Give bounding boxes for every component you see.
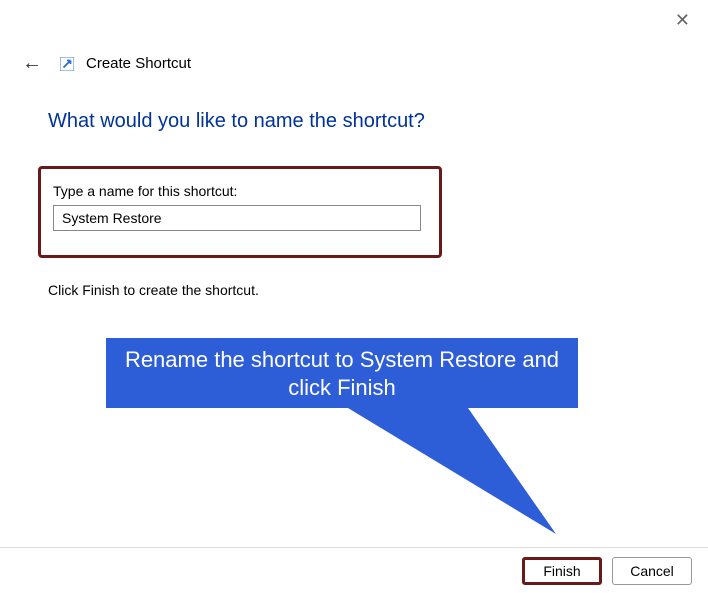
instruction-text: Click Finish to create the shortcut.: [48, 282, 259, 298]
finish-button[interactable]: Finish: [522, 557, 602, 585]
wizard-title: Create Shortcut: [86, 55, 191, 72]
shortcut-name-input[interactable]: [53, 205, 421, 231]
shortcut-icon: [60, 57, 74, 71]
shortcut-name-label: Type a name for this shortcut:: [53, 183, 427, 199]
cancel-button[interactable]: Cancel: [612, 557, 692, 585]
name-field-highlight: Type a name for this shortcut:: [38, 166, 442, 258]
wizard-footer: Finish Cancel: [0, 547, 708, 593]
annotation-callout: Rename the shortcut to System Restore an…: [106, 338, 578, 408]
page-heading: What would you like to name the shortcut…: [48, 110, 425, 133]
wizard-header: ← Create Shortcut: [16, 50, 191, 77]
back-arrow-icon[interactable]: ←: [16, 50, 48, 77]
create-shortcut-wizard: ✕ ← Create Shortcut What would you like …: [0, 0, 708, 593]
close-icon[interactable]: ✕: [675, 10, 690, 31]
annotation-callout-tail: [348, 408, 562, 538]
